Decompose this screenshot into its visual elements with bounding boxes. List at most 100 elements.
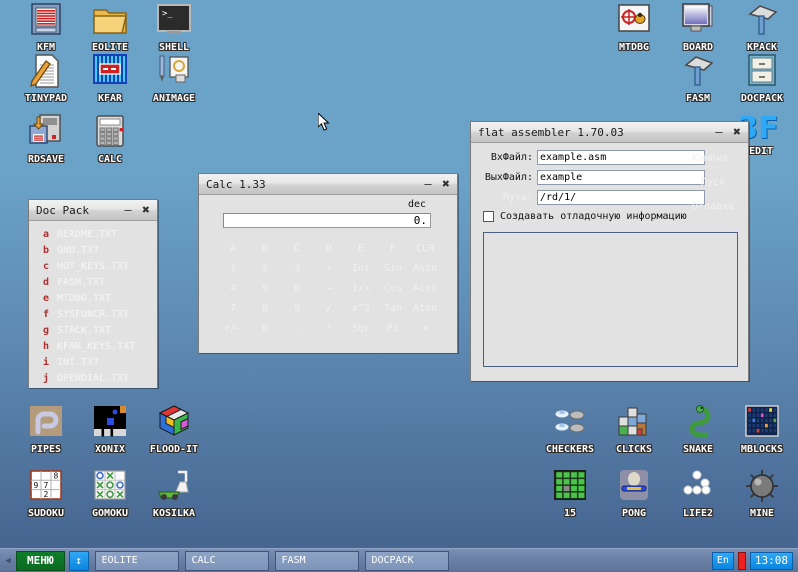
start-menu-button[interactable]: МЕНЮ [16,551,65,571]
desktop-icon-tinypad[interactable]: TINYPAD [10,51,82,104]
docpack-file-name[interactable]: INI.TXT [57,357,99,368]
desktop-icon-mine[interactable]: MINE [726,466,798,519]
docpack-file-row[interactable]: bGNU.TXT [35,245,151,261]
fasm-debug-button[interactable]: Отладка [682,201,744,212]
window-docpack[interactable]: Doc Pack – ✖ aREADME.TXTbGNU.TXTcHOT_KEY… [28,199,158,388]
calc-key[interactable]: Tan [377,299,409,319]
calc-key[interactable]: Cos [377,279,409,299]
desktop-icon-kfar[interactable]: KFAR [74,51,146,104]
desktop-icon-xonix[interactable]: XONIX [74,402,146,455]
calc-key[interactable]: E [345,239,377,259]
docpack-file-name[interactable]: HOT_KEYS.TXT [57,261,129,272]
taskbar-task-eolite[interactable]: EOLITE [95,551,179,571]
fasm-titlebar[interactable]: flat assembler 1.70.03 – ✖ [471,122,748,143]
calc-key[interactable]: 0 [249,319,281,339]
taskbar-collapse-arrow-icon[interactable]: ◀ [2,551,14,571]
desktop-icon-clicks[interactable]: CLICKS [598,402,670,455]
docpack-file-name[interactable]: MTDBG.TXT [57,293,111,304]
minimize-icon[interactable]: – [119,202,137,219]
calc-key[interactable]: 1 [217,259,249,279]
calc-key[interactable]: A [217,239,249,259]
fasm-run-button[interactable]: Пуск [682,177,744,188]
calc-key[interactable]: +/– [217,319,249,339]
desktop-icon-calc[interactable]: CALC [74,112,146,165]
calc-key[interactable]: Sqr [345,319,377,339]
desktop-icon-kpack[interactable]: KPACK [726,0,798,53]
docpack-file-name[interactable]: GNU.TXT [57,245,99,256]
desktop-icon-kosilka[interactable]: KOSILKA [138,466,210,519]
calc-key[interactable]: / [313,299,345,319]
calc-key[interactable]: Int [345,259,377,279]
desktop-icon-animage[interactable]: ANIMAGE [138,51,210,104]
fasm-debug-checkbox[interactable]: Создавать отладочную информацию [483,211,687,222]
docpack-file-name[interactable]: KFAR_KEYS.TXT [57,341,135,352]
desktop-icon-eolite[interactable]: EOLITE [74,0,146,53]
close-icon[interactable]: ✖ [137,202,155,219]
docpack-file-row[interactable]: dFASM.TXT [35,277,151,293]
window-switch-button[interactable]: ↕ [69,551,89,571]
desktop-icon-mblocks[interactable]: MBLOCKS [726,402,798,455]
calc-key[interactable]: Asin [409,259,441,279]
fasm-input-file-field[interactable]: example.asm [537,150,705,165]
calc-key[interactable]: 6 [281,279,313,299]
calc-key[interactable]: . [281,319,313,339]
docpack-file-row[interactable]: jOPENDIAL.TXT [35,373,151,389]
taskbar-task-calc[interactable]: CALC [185,551,269,571]
calc-key[interactable]: – [313,279,345,299]
fasm-output-file-field[interactable]: example [537,170,705,185]
taskbar-task-docpack[interactable]: DOCPACK [365,551,449,571]
desktop-icon-kfm[interactable]: KFM [10,0,82,53]
calc-key[interactable]: Acos [409,279,441,299]
taskbar[interactable]: ◀ МЕНЮ ↕ EOLITECALCFASMDOCPACK En 13:08 [0,548,798,572]
docpack-titlebar[interactable]: Doc Pack – ✖ [29,200,157,221]
calc-key[interactable]: * [313,319,345,339]
docpack-file-name[interactable]: SYSFUNCR.TXT [57,309,129,320]
docpack-filelist[interactable]: aREADME.TXTbGNU.TXTcHOT_KEYS.TXTdFASM.TX… [29,221,157,388]
desktop-icon-fasm[interactable]: FASM [662,51,734,104]
desktop-icon-pong[interactable]: PONG [598,466,670,519]
calc-key[interactable]: Atan [409,299,441,319]
minimize-icon[interactable]: – [419,176,437,193]
calc-display[interactable]: 0. [223,213,431,228]
desktop-icon-rdsave[interactable]: RDSAVE [10,112,82,165]
calc-key[interactable]: 2 [249,259,281,279]
desktop-icon-sudoku[interactable]: 89 72SUDOKU [10,466,82,519]
desktop[interactable]: 3F XEDIT KFM EOLITE >_ SHELL MTDBG BOARD… [0,0,798,572]
calc-key[interactable]: D [313,239,345,259]
language-indicator[interactable]: En [712,552,734,570]
calc-key[interactable]: 7 [217,299,249,319]
minimize-icon[interactable]: – [710,124,728,141]
calc-key[interactable]: 3 [281,259,313,279]
desktop-icon-shell[interactable]: >_ SHELL [138,0,210,53]
docpack-file-name[interactable]: README.TXT [57,229,117,240]
desktop-icon-mtdbg[interactable]: MTDBG [598,0,670,53]
calc-key[interactable]: 9 [281,299,313,319]
calc-key[interactable]: Sin [377,259,409,279]
desktop-icon-pipes[interactable]: PIPES [10,402,82,455]
docpack-file-row[interactable]: gSTACK.TXT [35,325,151,341]
calc-keypad[interactable]: ABCDEFCLR123+IntSinAsin456–1/xCosAcos789… [217,239,441,339]
calc-key[interactable]: C [281,239,313,259]
calc-titlebar[interactable]: Calc 1.33 – ✖ [199,174,457,195]
window-calc[interactable]: Calc 1.33 – ✖ dec 0. ABCDEFCLR123+IntSin… [198,173,458,353]
docpack-file-name[interactable]: OPENDIAL.TXT [57,373,129,384]
desktop-icon-checkers[interactable]: CHECKERS [534,402,606,455]
calc-key[interactable]: 8 [249,299,281,319]
calc-key[interactable]: 4 [217,279,249,299]
window-fasm[interactable]: flat assembler 1.70.03 – ✖ ВхФайл: examp… [470,121,749,381]
desktop-icon-snake[interactable]: SNAKE [662,402,734,455]
desktop-icon-fifteen[interactable]: 15 [534,466,606,519]
docpack-file-row[interactable]: cHOT_KEYS.TXT [35,261,151,277]
calc-key[interactable]: F [377,239,409,259]
docpack-file-row[interactable]: iINI.TXT [35,357,151,373]
calc-key[interactable]: x^2 [345,299,377,319]
fasm-path-field[interactable]: /rd/1/ [537,190,705,205]
close-icon[interactable]: ✖ [437,176,455,193]
taskbar-task-fasm[interactable]: FASM [275,551,359,571]
calc-key[interactable]: + [313,259,345,279]
desktop-icon-floodit[interactable]: FLOOD-IT [138,402,210,455]
fasm-compile-button[interactable]: Компил. [682,153,744,164]
calc-key[interactable]: CLR [409,239,441,259]
fasm-output-area[interactable] [483,232,738,367]
docpack-file-row[interactable]: hKFAR_KEYS.TXT [35,341,151,357]
